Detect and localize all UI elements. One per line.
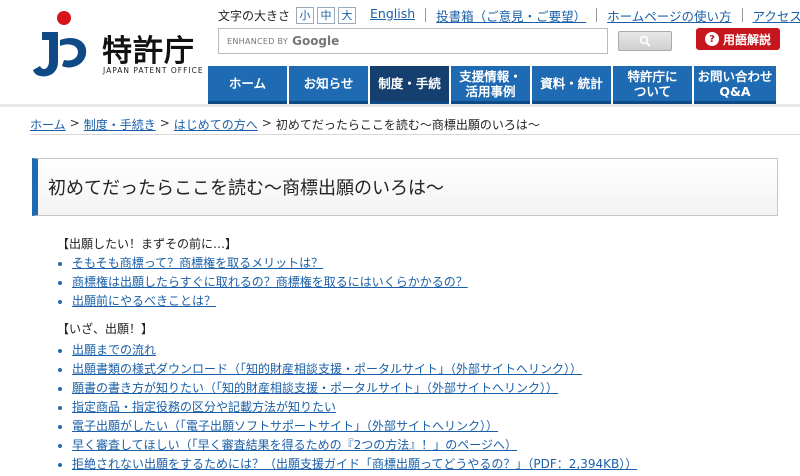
- nav-about-jpo[interactable]: 特許庁に ついて: [613, 66, 692, 104]
- bullet-icon: [58, 463, 62, 467]
- font-size-label: 文字の大きさ: [218, 8, 291, 23]
- site-usage-link[interactable]: ホームページの使い方: [607, 6, 731, 25]
- list-item: 出願書類の様式ダウンロード（「知的財産相談支援・ポータルサイト」（外部サイトへリ…: [58, 360, 637, 379]
- filing-list: 出願までの流れ 出願書類の様式ダウンロード（「知的財産相談支援・ポータルサイト」…: [58, 341, 637, 474]
- bullet-icon: [58, 368, 62, 372]
- search-google-label: Google: [292, 34, 340, 48]
- search-icon: [639, 35, 651, 47]
- font-size-small-button[interactable]: 小: [296, 6, 315, 24]
- list-item: 出願までの流れ: [58, 341, 637, 360]
- jpo-logo-mark-icon: [33, 11, 87, 77]
- bullet-icon: [58, 281, 62, 285]
- list-item: 出願前にやるべきことは？: [58, 292, 468, 311]
- section-heading-filing: 【いざ、出願！】: [57, 322, 154, 336]
- font-size-medium-button[interactable]: 中: [317, 6, 336, 24]
- bullet-icon: [58, 406, 62, 410]
- access-map-link[interactable]: アクセスマップ: [753, 6, 800, 25]
- logo-subtitle: JAPAN PATENT OFFICE: [103, 66, 204, 75]
- nav-materials-statistics[interactable]: 資料・統計: [532, 66, 611, 104]
- bullet-icon: [58, 425, 62, 429]
- nav-support-cases[interactable]: 支援情報・ 活用事例: [451, 66, 530, 104]
- page-title-box: 初めてだったらここを読む〜商標出願のいろは〜: [32, 158, 778, 216]
- link-avoid-rejection[interactable]: 拒絶されない出願をするためには？（出願支援ガイド「商標出願ってどうやるの？」（P…: [72, 457, 637, 471]
- breadcrumb-home[interactable]: ホーム: [30, 116, 66, 133]
- list-item: 願書の書き方が知りたい（「知的財産相談支援・ポータルサイト」（外部サイトへリンク…: [58, 379, 637, 398]
- nav-home[interactable]: ホーム: [208, 66, 287, 104]
- list-item: 商標権は出願したらすぐに取れるの？商標権を取るにはいくらかかるの？: [58, 273, 468, 292]
- nav-contact-qa[interactable]: お問い合わせ Q&A: [694, 66, 776, 104]
- list-item: 拒絶されない出願をするためには？（出願支援ガイド「商標出願ってどうやるの？」（P…: [58, 455, 637, 474]
- list-item: そもそも商標って？商標権を取るメリットは？: [58, 254, 468, 273]
- list-item: 電子出願がしたい（「電子出願ソフトサポートサイト」（外部サイトへリンク））: [58, 417, 637, 436]
- global-nav: ホーム お知らせ 制度・手続 支援情報・ 活用事例 資料・統計 特許庁に ついて…: [208, 66, 776, 104]
- breadcrumb-separator: >: [159, 116, 170, 130]
- logo-text: 特許庁: [102, 34, 195, 69]
- link-electronic-filing[interactable]: 電子出願がしたい（「電子出願ソフトサポートサイト」（外部サイトへリンク））: [72, 419, 498, 433]
- before-filing-list: そもそも商標って？商標権を取るメリットは？ 商標権は出願したらすぐに取れるの？商…: [58, 254, 468, 311]
- search-enhanced-by-label: ENHANCED BY: [227, 36, 289, 46]
- breadcrumb: ホーム > 制度・手続き > はじめての方へ > 初めてだったらここを読む〜商標…: [30, 116, 540, 133]
- bullet-icon: [58, 444, 62, 448]
- glossary-button[interactable]: ? 用語解説: [696, 28, 780, 50]
- bullet-icon: [58, 387, 62, 391]
- link-cost-and-time[interactable]: 商標権は出願したらすぐに取れるの？商標権を取るにはいくらかかるの？: [72, 275, 468, 289]
- feedback-link[interactable]: 投書箱（ご意見・ご要望）: [436, 6, 586, 25]
- breadcrumb-separator: >: [69, 116, 80, 130]
- link-before-filing[interactable]: 出願前にやるべきことは？: [72, 294, 216, 308]
- search-input[interactable]: ENHANCED BY Google: [218, 28, 608, 54]
- breadcrumb-beginners[interactable]: はじめての方へ: [174, 116, 258, 133]
- link-filing-flow[interactable]: 出願までの流れ: [72, 343, 156, 357]
- bullet-icon: [58, 349, 62, 353]
- breadcrumb-current: 初めてだったらここを読む〜商標出願のいろは〜: [275, 118, 540, 132]
- divider: [425, 8, 427, 22]
- breadcrumb-separator: >: [261, 116, 272, 130]
- link-accelerated-exam[interactable]: 早く審査してほしい（「早く審査結果を得るための『2つの方法』！」のページへ）: [72, 438, 517, 452]
- link-designated-goods[interactable]: 指定商品・指定役務の区分や記載方法が知りたい: [72, 400, 336, 414]
- question-icon: ?: [704, 32, 719, 46]
- utility-links: English 投書箱（ご意見・ご要望） ホームページの使い方 アクセスマップ: [370, 6, 800, 25]
- breadcrumb-divider: [30, 134, 800, 135]
- nav-news[interactable]: お知らせ: [289, 66, 368, 104]
- search-button[interactable]: [618, 31, 672, 51]
- page-title: 初めてだったらここを読む〜商標出願のいろは〜: [48, 178, 444, 199]
- breadcrumb-procedures[interactable]: 制度・手続き: [84, 116, 156, 133]
- link-what-is-trademark[interactable]: そもそも商標って？商標権を取るメリットは？: [72, 256, 323, 270]
- divider: [596, 8, 598, 22]
- font-size-large-button[interactable]: 大: [338, 6, 357, 24]
- english-link[interactable]: English: [370, 6, 415, 25]
- list-item: 指定商品・指定役務の区分や記載方法が知りたい: [58, 398, 637, 417]
- site-header: 特許庁 JAPAN PATENT OFFICE 文字の大きさ 小 中 大 Eng…: [0, 0, 800, 107]
- bullet-icon: [58, 300, 62, 304]
- link-form-download[interactable]: 出願書類の様式ダウンロード（「知的財産相談支援・ポータルサイト」（外部サイトへリ…: [72, 362, 582, 376]
- jpo-logo[interactable]: 特許庁 JAPAN PATENT OFFICE: [28, 10, 208, 80]
- header-divider: [0, 104, 800, 107]
- bullet-icon: [58, 262, 62, 266]
- glossary-label: 用語解説: [722, 32, 771, 47]
- link-how-to-write-application[interactable]: 願書の書き方が知りたい（「知的財産相談支援・ポータルサイト」（外部サイトへリンク…: [72, 381, 558, 395]
- nav-systems-procedures[interactable]: 制度・手続: [370, 66, 449, 104]
- section-heading-before-filing: 【出願したい！まずその前に…】: [57, 237, 238, 251]
- list-item: 早く審査してほしい（「早く審査結果を得るための『2つの方法』！」のページへ）: [58, 436, 637, 455]
- divider: [741, 8, 743, 22]
- font-size-switcher: 文字の大きさ 小 中 大: [218, 6, 359, 24]
